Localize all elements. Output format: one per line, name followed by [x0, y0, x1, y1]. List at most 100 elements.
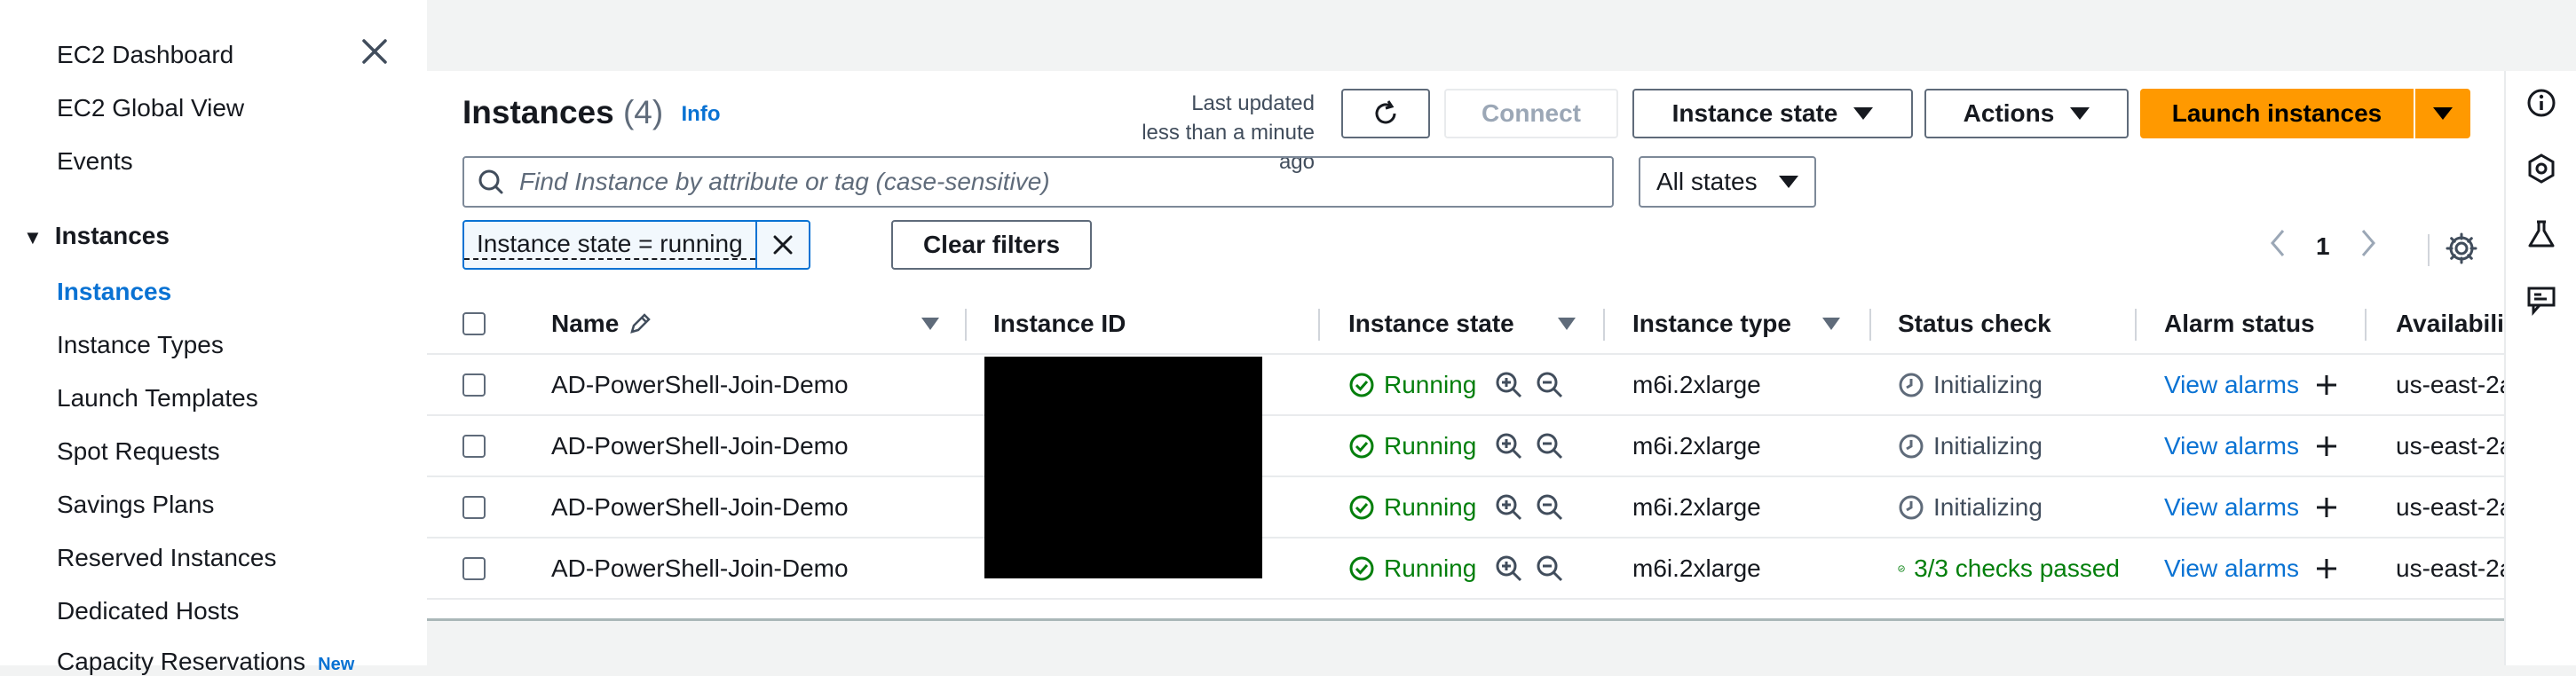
view-alarms-link[interactable]: View alarms — [2164, 538, 2299, 598]
check-circle-icon — [1349, 556, 1374, 580]
availability-zone-value: us-east-2a — [2396, 554, 2504, 582]
connect-button[interactable]: Connect — [1444, 89, 1618, 138]
zoom-in-button[interactable] — [1494, 477, 1524, 537]
remove-filter-button[interactable] — [755, 222, 809, 268]
instance-type-value: m6i.2xlarge — [1632, 431, 1761, 460]
close-icon[interactable] — [357, 34, 392, 69]
zoom-in-icon — [1496, 555, 1522, 581]
state-select[interactable]: All states — [1639, 156, 1816, 208]
column-status-check[interactable]: Status check — [1898, 295, 2051, 353]
status-check-value: Initializing — [1933, 370, 2043, 398]
sort-name-icon[interactable] — [921, 295, 939, 353]
select-all-checkbox[interactable] — [462, 295, 486, 353]
row-checkbox[interactable] — [462, 477, 486, 537]
instance-type-value: m6i.2xlarge — [1632, 554, 1761, 582]
filter-token-label[interactable]: Instance state = running — [464, 230, 755, 260]
new-badge: New — [318, 655, 355, 674]
actions-button[interactable]: Actions — [1924, 89, 2129, 138]
zoom-out-button[interactable] — [1535, 477, 1565, 537]
page-number[interactable]: 1 — [2316, 232, 2330, 261]
flask-icon[interactable] — [2522, 215, 2561, 254]
row-checkbox[interactable] — [462, 538, 486, 598]
column-name[interactable]: Name — [551, 295, 652, 353]
instance-state-cell: Running — [1348, 416, 1476, 476]
sort-type-icon[interactable] — [1822, 295, 1840, 353]
sidebar-section-instances[interactable]: ▼ Instances — [23, 222, 170, 250]
instance-name[interactable]: AD-PowerShell-Join-Demo — [551, 538, 849, 598]
table-row[interactable]: AD-PowerShell-Join-Demo Running m6i.2xla… — [427, 355, 2504, 416]
sidebar-item-instance-types[interactable]: Instance Types — [57, 331, 224, 359]
launch-instances-button[interactable]: Launch instances — [2140, 89, 2414, 138]
zoom-out-button[interactable] — [1535, 416, 1565, 476]
row-checkbox[interactable] — [462, 355, 486, 414]
column-divider[interactable] — [2135, 309, 2137, 341]
view-alarms-link[interactable]: View alarms — [2164, 416, 2299, 476]
column-divider[interactable] — [1603, 309, 1605, 341]
instance-state-value: Running — [1384, 431, 1477, 460]
column-divider[interactable] — [965, 309, 967, 341]
view-alarms-link[interactable]: View alarms — [2164, 355, 2299, 414]
add-alarm-button[interactable] — [2314, 355, 2339, 414]
zoom-out-button[interactable] — [1535, 355, 1565, 414]
sidebar-item-spot-requests[interactable]: Spot Requests — [57, 437, 220, 466]
clear-filters-button[interactable]: Clear filters — [891, 220, 1092, 270]
column-availability[interactable]: Availabili — [2396, 295, 2504, 353]
column-alarm-status[interactable]: Alarm status — [2164, 295, 2315, 353]
column-divider[interactable] — [1318, 309, 1320, 341]
settings-button[interactable] — [2444, 231, 2479, 272]
sidebar-item-ec2-global-view[interactable]: EC2 Global View — [57, 94, 244, 122]
zoom-out-button[interactable] — [1535, 538, 1565, 598]
column-divider[interactable] — [2365, 309, 2367, 341]
column-name-label: Name — [551, 310, 620, 337]
clock-icon — [1899, 373, 1924, 397]
search-field — [462, 156, 1614, 208]
sidebar-item-ec2-dashboard[interactable]: EC2 Dashboard — [57, 41, 233, 69]
info-link[interactable]: Info — [682, 102, 721, 126]
column-instance-type[interactable]: Instance type — [1632, 295, 1791, 353]
zoom-in-button[interactable] — [1494, 538, 1524, 598]
sidebar-item-capacity-reservations[interactable]: Capacity Reservations New — [57, 648, 354, 676]
utility-rail — [2504, 71, 2576, 665]
add-alarm-button[interactable] — [2314, 538, 2339, 598]
sidebar-item-reserved-instances[interactable]: Reserved Instances — [57, 544, 276, 572]
sidebar-item-launch-templates[interactable]: Launch Templates — [57, 384, 258, 413]
refresh-button[interactable] — [1341, 89, 1430, 138]
feedback-icon[interactable] — [2522, 280, 2561, 319]
prev-page-button[interactable] — [2266, 227, 2289, 265]
horizontal-scrollbar[interactable] — [427, 618, 2504, 621]
zoom-out-icon — [1537, 555, 1563, 581]
sidebar-item-instances[interactable]: Instances — [57, 278, 171, 306]
zoom-in-button[interactable] — [1494, 416, 1524, 476]
sidebar-item-savings-plans[interactable]: Savings Plans — [57, 491, 214, 519]
info-icon[interactable] — [2522, 83, 2561, 122]
instance-name[interactable]: AD-PowerShell-Join-Demo — [551, 355, 849, 414]
instance-state-label: Instance state — [1671, 99, 1838, 127]
instance-name[interactable]: AD-PowerShell-Join-Demo — [551, 416, 849, 476]
add-alarm-button[interactable] — [2314, 416, 2339, 476]
search-input[interactable] — [518, 167, 1612, 197]
hexagon-icon[interactable] — [2522, 149, 2561, 188]
instance-state-button[interactable]: Instance state — [1632, 89, 1913, 138]
next-page-button[interactable] — [2357, 227, 2380, 265]
row-checkbox[interactable] — [462, 416, 486, 476]
table-row[interactable]: AD-PowerShell-Join-Demo Running m6i.2xla… — [427, 416, 2504, 477]
add-alarm-button[interactable] — [2314, 477, 2339, 537]
zoom-in-button[interactable] — [1494, 355, 1524, 414]
instances-panel: Instances (4) Info Last updated less tha… — [427, 71, 2504, 621]
title-text: Instances — [462, 94, 614, 130]
instance-state-cell: Running — [1348, 538, 1476, 598]
launch-dropdown-button[interactable] — [2415, 89, 2470, 138]
column-instance-id[interactable]: Instance ID — [993, 295, 1126, 353]
view-alarms-link[interactable]: View alarms — [2164, 477, 2299, 537]
table-row[interactable]: AD-PowerShell-Join-Demo Running m6i.2xla… — [427, 538, 2504, 600]
plus-icon — [2317, 497, 2336, 517]
table-row[interactable]: AD-PowerShell-Join-Demo Running m6i.2xla… — [427, 477, 2504, 538]
zoom-out-icon — [1537, 372, 1563, 397]
instance-name[interactable]: AD-PowerShell-Join-Demo — [551, 477, 849, 537]
check-circle-icon — [1349, 434, 1374, 458]
sidebar-item-dedicated-hosts[interactable]: Dedicated Hosts — [57, 597, 239, 625]
column-divider[interactable] — [1869, 309, 1871, 341]
sort-state-icon[interactable] — [1558, 295, 1576, 353]
column-instance-state[interactable]: Instance state — [1348, 295, 1514, 353]
sidebar-item-events[interactable]: Events — [57, 147, 133, 176]
